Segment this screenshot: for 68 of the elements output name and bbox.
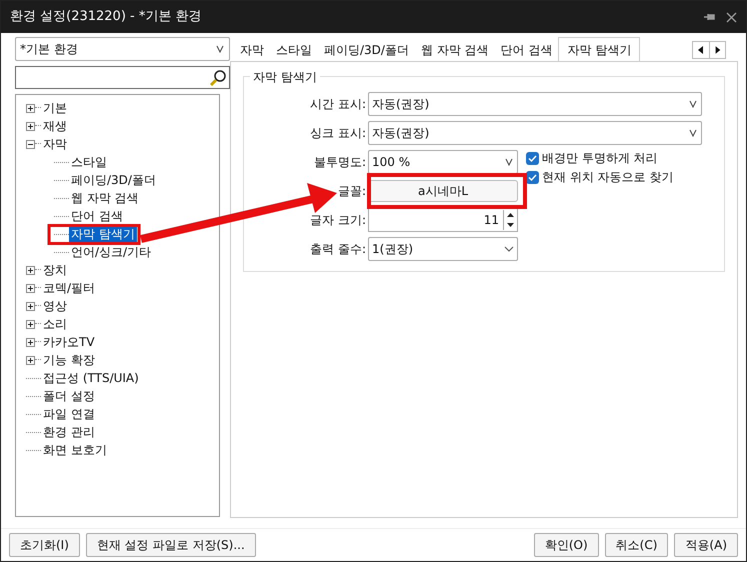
expand-icon[interactable] xyxy=(26,302,35,310)
dropdown[interactable]: 자동(권장) xyxy=(368,92,702,116)
expand-icon[interactable] xyxy=(26,266,35,274)
tree-item[interactable]: 폴더 설정 xyxy=(41,387,97,405)
dialog-button[interactable]: 적용(A) xyxy=(674,533,738,557)
pin-icon[interactable] xyxy=(703,11,716,23)
tree-item[interactable]: 재생 xyxy=(41,117,69,135)
field-label: 출력 줄수: xyxy=(309,240,367,258)
tab[interactable]: 스타일 xyxy=(270,39,318,61)
tree-item[interactable]: 스타일 xyxy=(69,153,109,171)
dropdown[interactable]: 1(권장) xyxy=(368,236,518,260)
field-label: 불투명도: xyxy=(312,154,367,170)
profile-select[interactable]: *기본 환경 xyxy=(15,37,230,61)
search-icon[interactable] xyxy=(209,68,227,86)
tree-item[interactable]: 코덱/필터 xyxy=(41,279,98,297)
tree-item[interactable]: 장치 xyxy=(41,261,69,279)
expand-icon[interactable] xyxy=(26,122,35,130)
check-icon xyxy=(528,172,537,182)
spin-buttons[interactable] xyxy=(503,210,517,230)
tree-item[interactable]: 카카오TV xyxy=(41,333,97,351)
checkbox-label: 배경만 투명하게 처리 xyxy=(542,150,658,167)
dialog-button[interactable]: 초기화(I) xyxy=(9,533,80,557)
field-label: 글자 크기: xyxy=(309,212,367,228)
tree-item[interactable]: 소리 xyxy=(41,315,69,333)
tree-item[interactable]: 기본 xyxy=(41,99,69,117)
tree-item[interactable]: 페이딩/3D/폴더 xyxy=(69,171,158,189)
dialog-button[interactable]: 현재 설정 파일로 저장(S)... xyxy=(86,533,256,557)
field-label: 글꼴: xyxy=(336,182,367,200)
chevron-down-icon xyxy=(504,158,514,166)
tree-item[interactable]: 영상 xyxy=(41,297,69,315)
chevron-down-icon xyxy=(688,128,698,136)
check-icon xyxy=(528,154,537,162)
dropdown[interactable]: 자동(권장) xyxy=(368,120,702,144)
tree-item[interactable]: 기능 확장 xyxy=(41,351,97,369)
dropdown[interactable]: 100 % xyxy=(368,150,518,174)
expand-icon[interactable] xyxy=(26,284,35,292)
dialog-button[interactable]: 취소(C) xyxy=(604,533,668,557)
expand-icon[interactable] xyxy=(26,356,35,364)
tree-item[interactable]: 웹 자막 검색 xyxy=(69,189,141,207)
tab[interactable]: 자막 탐색기 xyxy=(558,37,640,61)
expand-icon[interactable] xyxy=(26,338,35,346)
field-label: 시간 표시: xyxy=(309,96,367,112)
tree-item[interactable]: 환경 관리 xyxy=(41,423,97,441)
collapse-icon[interactable] xyxy=(26,140,35,148)
chevron-down-icon xyxy=(688,100,698,108)
expand-icon[interactable] xyxy=(26,104,35,112)
window-title: 환경 설정(231220) - *기본 환경 xyxy=(10,8,202,26)
checkbox[interactable] xyxy=(526,170,539,184)
checkbox-label: 현재 위치 자동으로 찾기 xyxy=(542,169,674,186)
tree-item[interactable]: 언어/싱크/기타 xyxy=(69,243,154,261)
field-label: 싱크 표시: xyxy=(309,124,367,142)
tree-item[interactable]: 단어 검색 xyxy=(69,207,125,225)
checkbox[interactable] xyxy=(526,152,539,164)
tab[interactable]: 페이딩/3D/폴더 xyxy=(318,39,415,61)
tree-item[interactable]: 화면 보호기 xyxy=(41,441,109,459)
tab[interactable]: 웹 자막 검색 xyxy=(414,39,495,61)
tab[interactable]: 자막 xyxy=(234,39,270,61)
dialog-button[interactable]: 확인(O) xyxy=(534,533,599,557)
tree-item[interactable]: 접근성 (TTS/UIA) xyxy=(41,369,141,387)
tab[interactable]: 단어 검색 xyxy=(494,39,558,61)
close-icon[interactable] xyxy=(726,12,737,22)
font-button[interactable]: a시네마L xyxy=(368,180,518,202)
tree-item[interactable]: 파일 연결 xyxy=(41,405,97,423)
search-field[interactable] xyxy=(15,66,230,89)
tree-item[interactable]: 자막 xyxy=(41,135,69,153)
expand-icon[interactable] xyxy=(26,320,35,328)
number-field[interactable]: 11 xyxy=(368,208,518,232)
chevron-down-icon xyxy=(215,45,225,53)
